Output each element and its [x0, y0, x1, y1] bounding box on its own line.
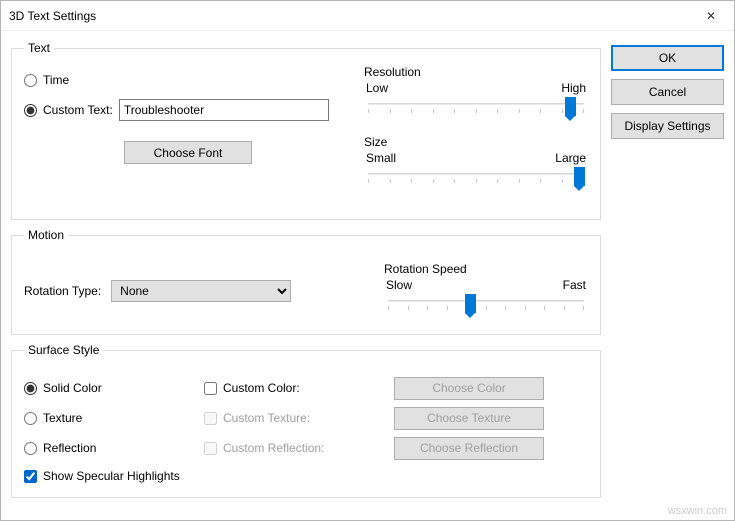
custom-reflection-checkbox: [204, 442, 217, 455]
resolution-slider[interactable]: [364, 95, 588, 123]
choose-reflection-button[interactable]: Choose Reflection: [394, 437, 544, 460]
text-legend: Text: [24, 41, 54, 55]
solid-color-label: Solid Color: [43, 381, 102, 395]
rotation-type-select[interactable]: None: [111, 280, 291, 302]
solid-color-radio[interactable]: [24, 382, 37, 395]
resolution-min: Low: [366, 81, 388, 95]
resolution-label: Resolution: [364, 65, 588, 79]
close-button[interactable]: ✕: [688, 1, 734, 31]
resolution-max: High: [561, 81, 586, 95]
size-thumb[interactable]: [574, 167, 585, 186]
text-group: Text Time Custom Text: Choose Font: [11, 41, 601, 220]
size-label: Size: [364, 135, 588, 149]
motion-legend: Motion: [24, 228, 68, 242]
motion-group: Motion Rotation Type: None Rotation Spee…: [11, 228, 601, 335]
custom-reflection-label: Custom Reflection:: [223, 441, 324, 455]
rotation-speed-max: Fast: [563, 278, 586, 292]
custom-text-radio[interactable]: [24, 104, 37, 117]
display-settings-button[interactable]: Display Settings: [611, 113, 724, 139]
choose-font-button[interactable]: Choose Font: [124, 141, 252, 164]
custom-color-label: Custom Color:: [223, 381, 300, 395]
resolution-thumb[interactable]: [565, 97, 576, 116]
size-slider-block: Size Small Large: [364, 135, 588, 193]
rotation-speed-label: Rotation Speed: [384, 262, 588, 276]
rotation-speed-thumb[interactable]: [465, 294, 476, 313]
close-icon: ✕: [706, 9, 716, 23]
custom-text-input[interactable]: [119, 99, 329, 121]
time-label: Time: [43, 73, 69, 87]
window-title: 3D Text Settings: [9, 9, 96, 23]
cancel-button[interactable]: Cancel: [611, 79, 724, 105]
choose-texture-button[interactable]: Choose Texture: [394, 407, 544, 430]
rotation-type-label: Rotation Type:: [24, 284, 101, 298]
texture-label: Texture: [43, 411, 82, 425]
specular-label: Show Specular Highlights: [43, 469, 180, 483]
reflection-radio[interactable]: [24, 442, 37, 455]
choose-color-button[interactable]: Choose Color: [394, 377, 544, 400]
size-min: Small: [366, 151, 396, 165]
time-radio[interactable]: [24, 74, 37, 87]
custom-texture-checkbox: [204, 412, 217, 425]
ok-button[interactable]: OK: [611, 45, 724, 71]
size-slider[interactable]: [364, 165, 588, 193]
custom-text-label: Custom Text:: [43, 103, 113, 117]
watermark: wsxwin.com: [668, 505, 727, 517]
custom-texture-label: Custom Texture:: [223, 411, 310, 425]
specular-checkbox[interactable]: [24, 470, 37, 483]
surface-legend: Surface Style: [24, 343, 103, 357]
size-max: Large: [555, 151, 586, 165]
reflection-label: Reflection: [43, 441, 96, 455]
rotation-speed-slider[interactable]: [384, 292, 588, 320]
surface-style-group: Surface Style Solid Color Custom Color: …: [11, 343, 601, 498]
rotation-speed-min: Slow: [386, 278, 412, 292]
custom-color-checkbox[interactable]: [204, 382, 217, 395]
title-bar: 3D Text Settings ✕: [1, 1, 734, 31]
texture-radio[interactable]: [24, 412, 37, 425]
resolution-slider-block: Resolution Low High: [364, 65, 588, 123]
